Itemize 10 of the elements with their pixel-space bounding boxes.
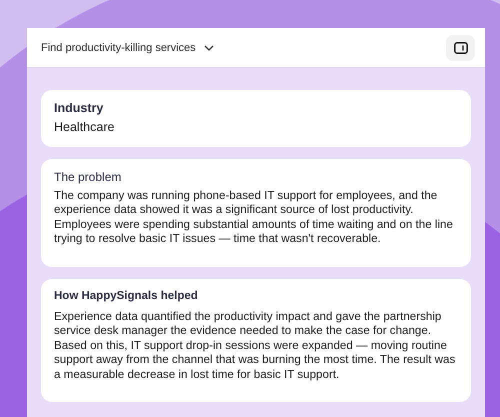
sidebar-icon <box>454 42 468 54</box>
card-title: The problem <box>54 170 122 184</box>
card-title: Industry <box>54 101 104 115</box>
card-title: How HappySignals helped <box>54 290 199 302</box>
card-paragraph: Experience data quantified the productivity impact and gave the partnership service desk manager the evidence needed to make the case for change. Based on this, IT support drop-in sessions were expanded — moving routine support away from the channel that was burning the most time. The result was a measurable decrease in lost time for basic IT support. <box>54 310 456 382</box>
sidebar-toggle-button[interactable] <box>446 34 475 60</box>
chevron-icon <box>204 44 214 50</box>
card-paragraph: The company was running phone-based IT support for employees, and the experience data showed it was a significant source of lost productivity. Employees were spending substantial amounts of time waiting and on the line trying to resolve basic IT issues — time that wasn't recoverable. <box>54 188 454 246</box>
title-dropdown[interactable]: Find productivity-killing services <box>41 42 214 54</box>
card-value: Healthcare <box>54 120 116 134</box>
